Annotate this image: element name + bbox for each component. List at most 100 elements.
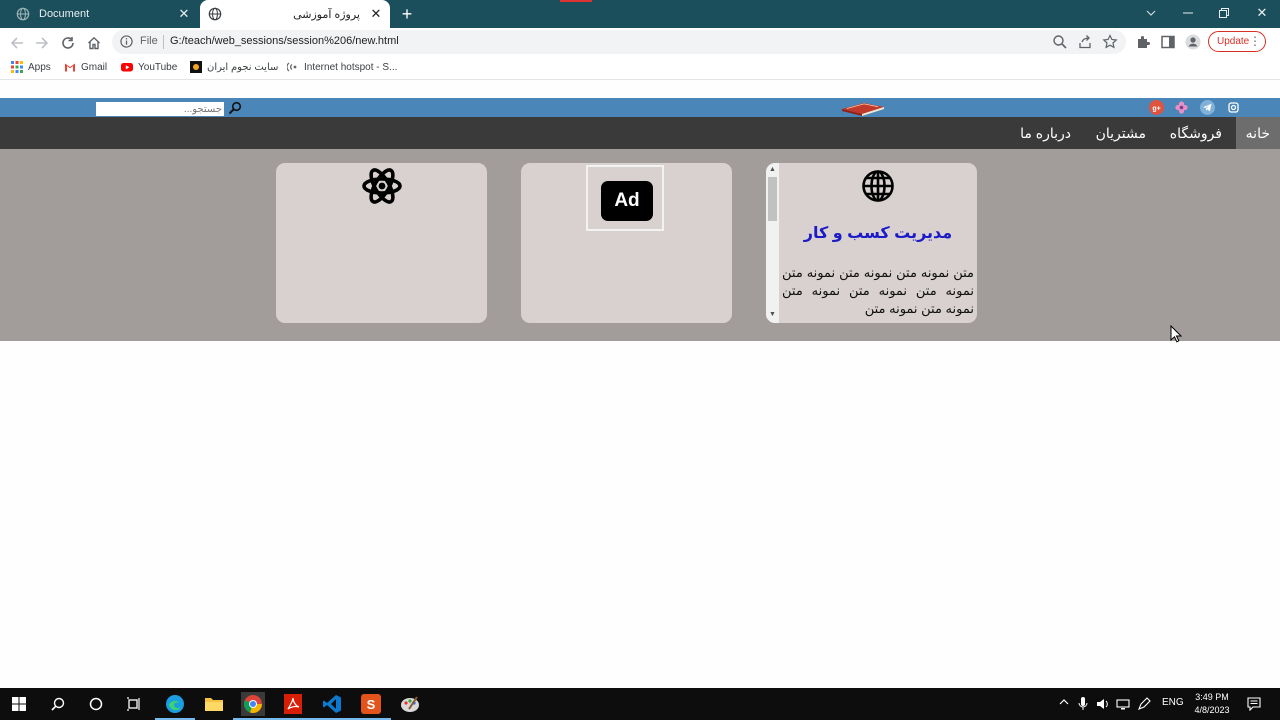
info-icon[interactable] [120, 35, 133, 48]
globe-favicon-icon [208, 7, 222, 21]
card-title: مدیریت کسب و کار [803, 225, 953, 242]
telegram-icon[interactable] [1200, 100, 1215, 115]
page-top-bar: g+ [0, 98, 1280, 117]
card-scrollbar[interactable]: ▲ ▼ [766, 163, 779, 323]
web-page: g+ خانه فروشگاه مشتریان درباره ما [0, 81, 1280, 688]
site-icon [190, 61, 202, 73]
gmail-icon [65, 63, 75, 72]
apps-grid-icon [11, 61, 23, 73]
bookmark-label: Apps [28, 61, 51, 73]
main-menu: خانه فروشگاه مشتریان درباره ما [0, 117, 1280, 149]
ad-icon: Ad [601, 181, 653, 221]
menu-item-customers[interactable]: مشتریان [1096, 117, 1146, 149]
side-panel-icon[interactable] [1160, 34, 1176, 50]
tab-document[interactable]: Document ✕ [8, 0, 198, 28]
bookmarks-bar: Apps Gmail YouTube سایت نجوم ایران Inter… [0, 56, 1280, 80]
browser-tab-strip: Document ✕ پروژه آموزشی ✕ + ✕ [0, 0, 1280, 28]
edge-browser-icon[interactable] [155, 692, 195, 720]
card-business-management: ▲ ▼ مدیریت کسب و کار متن نمونه متن نمونه… [766, 163, 977, 323]
cortana-icon[interactable] [84, 692, 108, 716]
update-label: Update [1217, 36, 1250, 47]
speaker-icon[interactable] [1096, 697, 1110, 711]
minimize-window-icon[interactable] [1170, 0, 1206, 26]
globe-favicon-icon [16, 7, 30, 21]
windows-taskbar: S ENG 3:49 PM 4/8/2023 [0, 688, 1280, 720]
windows-start-icon[interactable] [7, 692, 31, 716]
search-input[interactable] [96, 102, 224, 116]
book-logo-icon[interactable] [838, 98, 888, 117]
card-body-text: متن نمونه متن نمونه متن نمونه متن نمونه … [782, 265, 974, 316]
reload-icon[interactable] [58, 33, 78, 53]
mouse-cursor-icon [1170, 325, 1182, 343]
notifications-icon[interactable] [1247, 697, 1261, 711]
system-clock[interactable]: 3:49 PM 4/8/2023 [1190, 691, 1234, 717]
search-icon[interactable] [228, 101, 242, 115]
tray-chevron-up-icon[interactable] [1059, 697, 1069, 707]
home-icon[interactable] [84, 33, 104, 53]
new-tab-icon[interactable]: + [398, 5, 416, 23]
bookmark-label: YouTube [138, 61, 178, 73]
close-tab-icon[interactable]: ✕ [176, 6, 192, 22]
file-explorer-icon[interactable] [202, 692, 226, 716]
bookmark-star-icon[interactable] [1102, 34, 1118, 50]
scroll-up-arrow-icon[interactable]: ▲ [769, 166, 776, 173]
tab-search-chevron-icon[interactable] [1133, 0, 1169, 26]
url-text[interactable]: G:/teach/web_sessions/session%206/new.ht… [170, 35, 399, 47]
scrollbar-thumb[interactable] [768, 177, 777, 221]
flower-social-icon[interactable] [1174, 100, 1189, 115]
profile-avatar-icon[interactable] [1185, 34, 1201, 50]
forward-arrow-icon[interactable] [32, 33, 52, 53]
pen-icon[interactable] [1137, 697, 1151, 711]
menu-item-shop[interactable]: فروشگاه [1170, 117, 1222, 149]
clock-time: 3:49 PM [1195, 692, 1229, 702]
bookmark-astronomy-site[interactable]: سایت نجوم ایران [190, 61, 278, 73]
close-window-icon[interactable]: ✕ [1244, 0, 1280, 26]
sublime-app-icon[interactable]: S [351, 692, 391, 720]
acrobat-reader-icon[interactable] [273, 692, 313, 720]
close-tab-icon[interactable]: ✕ [368, 6, 384, 22]
microphone-icon[interactable] [1078, 697, 1088, 711]
bookmark-internet-hotspot[interactable]: Internet hotspot - S... [287, 61, 397, 73]
bookmark-youtube[interactable]: YouTube [121, 61, 177, 73]
more-menu-icon[interactable]: ⋮ [1249, 34, 1261, 48]
bookmark-label: سایت نجوم ایران [207, 61, 279, 73]
clock-date: 4/8/2023 [1194, 705, 1230, 715]
youtube-icon [121, 63, 133, 72]
search-taskbar-icon[interactable] [46, 692, 70, 716]
bookmark-apps[interactable]: Apps [11, 61, 51, 73]
tab-title: پروژه آموزشی [293, 8, 360, 21]
cards-section: Ad ▲ ▼ مدیریت کسب و کار متن نمونه متن نم… [0, 149, 1280, 341]
network-icon[interactable] [1116, 697, 1130, 711]
bookmark-label: Gmail [81, 61, 108, 73]
instagram-icon[interactable] [1226, 100, 1241, 115]
address-bar[interactable]: File G:/teach/web_sessions/session%206/n… [112, 30, 1126, 54]
svg-text:g+: g+ [1152, 106, 1160, 113]
bookmark-gmail[interactable]: Gmail [64, 61, 107, 73]
paint-app-icon[interactable] [398, 692, 422, 716]
url-scheme-label: File [140, 35, 158, 47]
card-atom [276, 163, 487, 323]
chrome-icon[interactable] [233, 692, 273, 720]
tab-title: Document [39, 8, 90, 20]
zoom-icon[interactable] [1052, 34, 1068, 50]
bookmark-label: Internet hotspot - S... [304, 61, 398, 73]
google-plus-icon[interactable]: g+ [1149, 100, 1164, 115]
update-button[interactable]: Update ⋮ [1208, 31, 1266, 52]
tab-active-project[interactable]: پروژه آموزشی ✕ [200, 0, 390, 28]
extensions-puzzle-icon[interactable] [1135, 34, 1151, 50]
share-icon[interactable] [1077, 34, 1093, 50]
atom-icon [362, 168, 402, 204]
menu-item-about[interactable]: درباره ما [1020, 117, 1071, 149]
restore-window-icon[interactable] [1206, 0, 1242, 26]
vscode-icon[interactable] [312, 692, 352, 720]
back-arrow-icon[interactable] [7, 33, 27, 53]
scroll-down-arrow-icon[interactable]: ▼ [769, 311, 776, 318]
tab-strip-accent [560, 0, 592, 2]
svg-text:S: S [367, 697, 376, 712]
language-indicator[interactable]: ENG [1162, 697, 1184, 708]
hotspot-icon [287, 62, 297, 72]
url-separator [163, 35, 164, 49]
menu-item-home[interactable]: خانه [1235, 117, 1280, 149]
task-view-icon[interactable] [122, 692, 146, 716]
browser-toolbar: File G:/teach/web_sessions/session%206/n… [0, 28, 1280, 56]
